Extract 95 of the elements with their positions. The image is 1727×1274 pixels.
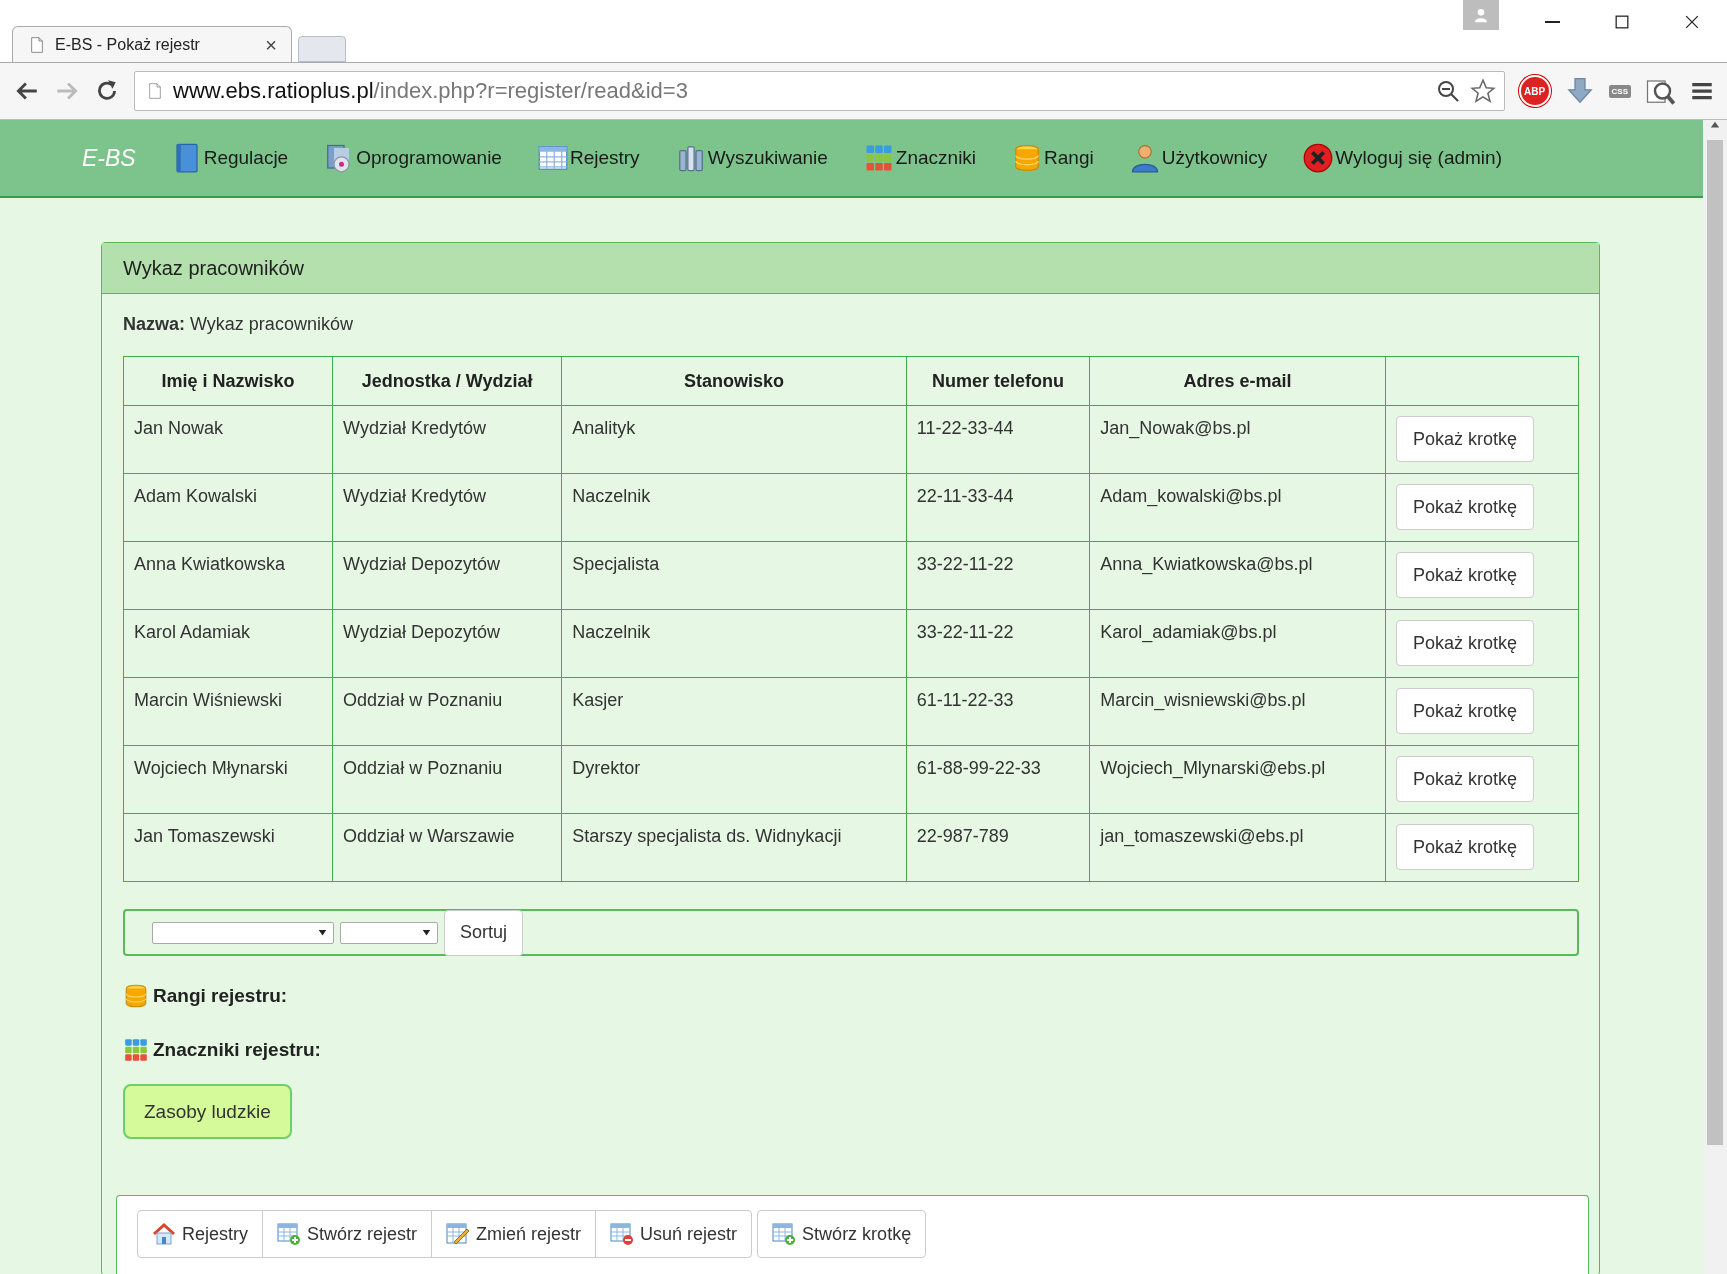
nav-link[interactable]: Rangi <box>1012 143 1094 173</box>
column-header: Adres e-mail <box>1089 356 1386 406</box>
column-header: Imię i Nazwisko <box>123 356 333 406</box>
css-viewer-button[interactable]: CSS <box>1608 84 1631 98</box>
dropdown-arrow-icon <box>318 928 327 937</box>
section-label: Znaczniki rejestru: <box>153 1039 321 1061</box>
table-cell: Naczelnik <box>561 609 907 678</box>
column-header: Numer telefonu <box>906 356 1090 406</box>
table-edit-icon <box>446 1222 471 1246</box>
table-cell: Marcin_wisniewski@bs.pl <box>1089 677 1386 746</box>
toolbar-button[interactable]: Stwórz krotkę <box>757 1210 927 1258</box>
nav-link[interactable]: Rejestry <box>537 143 640 173</box>
table-cell: Karol Adamiak <box>123 609 333 678</box>
panel-title: Wykaz pracowników <box>102 243 1599 294</box>
profile-button[interactable] <box>1463 0 1499 30</box>
table-cell: Adam Kowalski <box>123 473 333 542</box>
nav-link[interactable]: Znaczniki <box>863 143 977 173</box>
table-cell: Naczelnik <box>561 473 907 542</box>
nav-link[interactable]: Regulacje <box>171 143 289 173</box>
tag-button[interactable]: Zasoby ludzkie <box>123 1084 292 1139</box>
page-icon <box>29 34 45 55</box>
table-cell: 22-987-789 <box>906 813 1090 882</box>
toolbar-button[interactable]: Stwórz rejestr <box>262 1210 433 1258</box>
table-cell: 61-88-99-22-33 <box>906 745 1090 814</box>
table-cell: Wydział Kredytów <box>332 405 562 474</box>
show-record-button[interactable]: Pokaż krotkę <box>1396 756 1535 802</box>
table-cell: Marcin Wiśniewski <box>123 677 333 746</box>
sort-select[interactable] <box>340 921 438 944</box>
table-remove-icon <box>610 1222 635 1246</box>
adblock-button[interactable]: ABP <box>1518 75 1551 107</box>
show-record-button[interactable]: Pokaż krotkę <box>1396 416 1535 462</box>
nav-link[interactable]: Oprogramowanie <box>324 143 502 173</box>
url-text: www.ebs.ratioplus.pl/index.php?r=register/read&id=3 <box>173 78 688 104</box>
table-cell: 11-22-33-44 <box>906 405 1090 474</box>
column-header: Stanowisko <box>561 356 907 406</box>
nav-link[interactable]: Wyszukiwanie <box>675 143 828 173</box>
show-record-button[interactable]: Pokaż krotkę <box>1396 620 1535 666</box>
house-icon <box>152 1222 176 1246</box>
sort-button[interactable]: Sortuj <box>444 909 524 956</box>
table-cell: Oddział w Poznaniu <box>332 677 562 746</box>
table-cell: Starszy specjalista ds. Widnykacji <box>561 813 907 882</box>
page-icon <box>147 80 163 102</box>
register-name: Nazwa: Wykaz pracowników <box>123 314 354 335</box>
new-tab-button[interactable] <box>298 36 346 62</box>
browser-tab[interactable]: E-BS - Pokaż rejestr × <box>12 26 292 62</box>
table-cell: Anna_Kwiatkowska@bs.pl <box>1089 541 1386 610</box>
column-header: Jednostka / Wydział <box>332 356 562 406</box>
table-cell: Wydział Depozytów <box>332 541 562 610</box>
table-cell: Anna Kwiatkowska <box>123 541 333 610</box>
table-cell: Wydział Depozytów <box>332 609 562 678</box>
star-icon[interactable] <box>1469 78 1496 104</box>
table-cell: Jan Tomaszewski <box>123 813 333 882</box>
table-cell: Oddział w Warszawie <box>332 813 562 882</box>
nav-link[interactable]: Wyloguj się (admin) <box>1303 143 1502 173</box>
section-label: Rangi rejestru: <box>153 985 288 1007</box>
coin-stack-icon <box>123 983 149 1009</box>
show-record-button[interactable]: Pokaż krotkę <box>1396 824 1535 870</box>
show-record-button[interactable]: Pokaż krotkę <box>1396 484 1535 530</box>
table-cell: Wojciech_Mlynarski@ebs.pl <box>1089 745 1386 814</box>
table-icon <box>537 143 568 173</box>
table-cell: Adam_kowalski@bs.pl <box>1089 473 1386 542</box>
table-cell: 33-22-11-22 <box>906 609 1090 678</box>
close-tab-button[interactable]: × <box>265 34 277 55</box>
toolbar-button[interactable]: Usuń rejestr <box>595 1210 753 1258</box>
table-cell: Kasjer <box>561 677 907 746</box>
toolbar-button[interactable]: Rejestry <box>137 1210 263 1258</box>
table-add-icon <box>277 1222 301 1246</box>
table-cell: 61-11-22-33 <box>906 677 1090 746</box>
table-cell: Wojciech Młynarski <box>123 745 333 814</box>
table-cell: Oddział w Poznaniu <box>332 745 562 814</box>
table-cell: Specjalista <box>561 541 907 610</box>
minimize-icon <box>1544 21 1560 23</box>
show-record-button[interactable]: Pokaż krotkę <box>1396 552 1535 598</box>
table-cell: Analityk <box>561 405 907 474</box>
dropdown-arrow-icon <box>422 928 431 937</box>
table-add-icon <box>772 1222 797 1246</box>
address-bar[interactable]: www.ebs.ratioplus.pl/index.php?r=register/read&id=3 <box>134 71 1505 111</box>
person-icon <box>1473 7 1489 23</box>
zoom-out-icon[interactable] <box>1435 79 1460 103</box>
table-cell: Dyrektor <box>561 745 907 814</box>
user-icon <box>1129 143 1160 173</box>
logout-icon <box>1303 143 1334 173</box>
nav-link[interactable]: Użytkownicy <box>1129 143 1268 173</box>
show-record-button[interactable]: Pokaż krotkę <box>1396 688 1535 734</box>
table-cell: Jan Nowak <box>123 405 333 474</box>
color-grid-icon <box>123 1037 149 1063</box>
table-cell: jan_tomaszewski@ebs.pl <box>1089 813 1386 882</box>
tab-title: E-BS - Pokaż rejestr <box>55 35 201 54</box>
table-cell: 22-11-33-44 <box>906 473 1090 542</box>
table-cell: Karol_adamiak@bs.pl <box>1089 609 1386 678</box>
table-cell: Wydział Kredytów <box>332 473 562 542</box>
sort-select[interactable] <box>152 921 334 944</box>
table-cell: Jan_Nowak@bs.pl <box>1089 405 1386 474</box>
table-cell: 33-22-11-22 <box>906 541 1090 610</box>
toolbar-button[interactable]: Zmień rejestr <box>431 1210 597 1258</box>
